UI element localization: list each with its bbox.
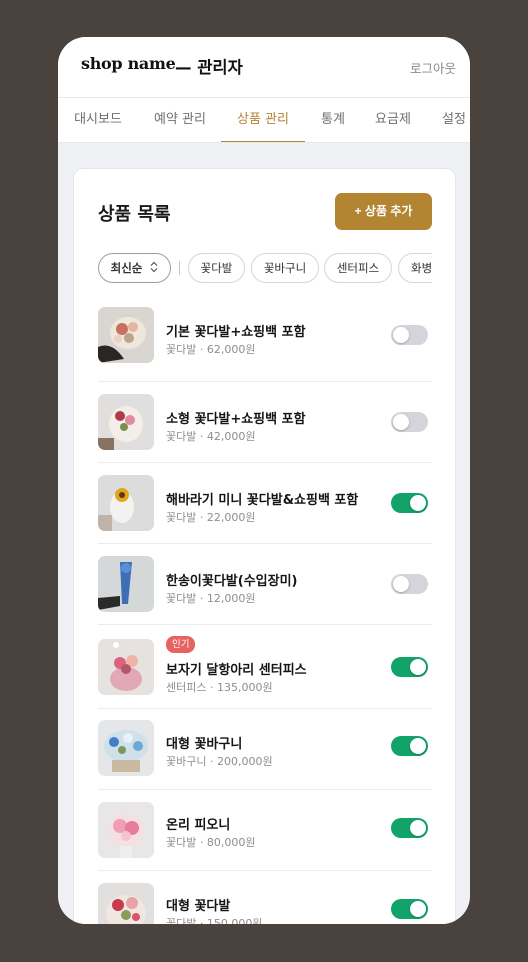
product-row[interactable]: 온리 피오니 꽃다발 · 80,000원	[98, 790, 432, 871]
product-meta: 꽃다발 · 150,000원	[166, 917, 263, 924]
filter-bar: 최신순 꽃다발 꽃바구니 센터피스 화병	[98, 253, 432, 285]
card-title: 상품 목록	[98, 204, 171, 225]
product-row[interactable]: 소형 꽃다발+쇼핑백 포함 꽃다발 · 42,000원	[98, 382, 432, 463]
tab-products[interactable]: 상품 관리	[221, 98, 305, 142]
product-meta: 꽃바구니 · 200,000원	[166, 755, 273, 768]
product-active-toggle[interactable]	[391, 657, 428, 677]
product-thumbnail	[98, 639, 154, 695]
tab-reservations[interactable]: 예약 관리	[150, 98, 210, 142]
shop-name-logo[interactable]: shop name	[81, 54, 176, 73]
product-row[interactable]: 기본 꽃다발+쇼핑백 포함 꽃다발 · 62,000원	[98, 301, 432, 382]
product-meta: 센터피스 · 135,000원	[166, 681, 273, 694]
admin-label: — 관리자	[175, 58, 243, 77]
product-thumbnail	[98, 556, 154, 612]
product-active-toggle[interactable]	[391, 899, 428, 919]
product-name: 해바라기 미니 꽃다발&쇼핑백 포함	[166, 493, 359, 508]
product-thumbnail	[98, 475, 154, 531]
product-name: 소형 꽃다발+쇼핑백 포함	[166, 412, 306, 427]
product-list-card: 상품 목록 + 상품 추가 최신순 꽃다발 꽃바구니 센터피스 화병 기본 꽃다…	[73, 168, 456, 924]
product-row[interactable]: 인기 보자기 달항아리 센터피스 센터피스 · 135,000원	[98, 625, 432, 709]
product-active-toggle[interactable]	[391, 574, 428, 594]
product-thumbnail	[98, 307, 154, 363]
popular-badge: 인기	[166, 636, 196, 653]
tab-bar: 대시보드 예약 관리 상품 관리 통계 요금제 설정	[58, 97, 470, 143]
product-thumbnail	[98, 883, 154, 924]
admin-app-frame: shop name — 관리자 로그아웃 대시보드 예약 관리 상품 관리 통계…	[58, 37, 470, 924]
product-name: 기본 꽃다발+쇼핑백 포함	[166, 325, 306, 340]
tab-pricing[interactable]: 요금제	[374, 98, 412, 142]
product-active-toggle[interactable]	[391, 325, 428, 345]
product-row[interactable]: 한송이꽃다발(수입장미) 꽃다발 · 12,000원	[98, 544, 432, 625]
product-active-toggle[interactable]	[391, 736, 428, 756]
product-meta: 꽃다발 · 42,000원	[166, 430, 256, 443]
product-name: 대형 꽃바구니	[166, 737, 243, 752]
filter-chip-centerpiece[interactable]: 센터피스	[324, 253, 392, 283]
divider	[179, 261, 180, 275]
product-name: 온리 피오니	[166, 818, 231, 833]
add-product-button[interactable]: + 상품 추가	[335, 193, 432, 230]
product-row[interactable]: 대형 꽃다발 꽃다발 · 150,000원	[98, 871, 432, 924]
filter-chip-basket[interactable]: 꽃바구니	[251, 253, 319, 283]
sort-label: 최신순	[110, 261, 143, 275]
product-name: 한송이꽃다발(수입장미)	[166, 574, 298, 589]
sort-updown-icon	[150, 255, 158, 283]
product-active-toggle[interactable]	[391, 493, 428, 513]
sort-dropdown[interactable]: 최신순	[98, 253, 171, 283]
product-meta: 꽃다발 · 22,000원	[166, 511, 256, 524]
product-active-toggle[interactable]	[391, 818, 428, 838]
filter-chip-bouquet[interactable]: 꽃다발	[188, 253, 245, 283]
product-name: 대형 꽃다발	[166, 899, 231, 914]
product-thumbnail	[98, 802, 154, 858]
product-active-toggle[interactable]	[391, 412, 428, 432]
product-meta: 꽃다발 · 12,000원	[166, 592, 256, 605]
logout-link[interactable]: 로그아웃	[410, 58, 456, 77]
filter-chip-vase[interactable]: 화병	[398, 253, 432, 283]
product-name: 보자기 달항아리 센터피스	[166, 663, 307, 678]
product-meta: 꽃다발 · 80,000원	[166, 836, 256, 849]
tab-stats[interactable]: 통계	[320, 98, 346, 142]
header: shop name — 관리자 로그아웃	[58, 37, 470, 97]
product-meta: 꽃다발 · 62,000원	[166, 343, 256, 356]
tab-settings[interactable]: 설정	[442, 98, 470, 142]
product-row[interactable]: 대형 꽃바구니 꽃바구니 · 200,000원	[98, 709, 432, 790]
product-thumbnail	[98, 720, 154, 776]
tab-dashboard[interactable]: 대시보드	[73, 98, 123, 142]
product-thumbnail	[98, 394, 154, 450]
product-row[interactable]: 해바라기 미니 꽃다발&쇼핑백 포함 꽃다발 · 22,000원	[98, 463, 432, 544]
